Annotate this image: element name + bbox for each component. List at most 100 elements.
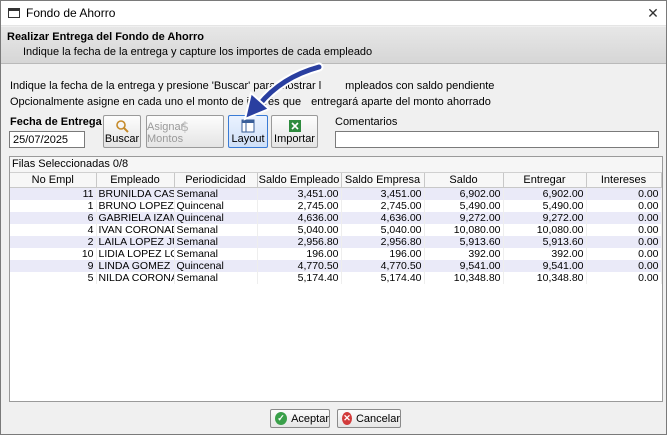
column-header[interactable]: Saldo Empleado — [257, 173, 342, 188]
svg-text:$: $ — [181, 120, 189, 133]
cell-periodicidad: Semanal — [174, 272, 258, 284]
cell-periodicidad: Quincenal — [174, 212, 258, 224]
search-icon — [116, 120, 129, 133]
cell-saldo-empresa: 3,451.00 — [341, 187, 425, 200]
cell-intereses[interactable]: 0.00 — [586, 200, 662, 212]
cell-no-empl: 11 — [10, 187, 97, 200]
dialog-window: Fondo de Ahorro ✕ Realizar Entrega del F… — [0, 0, 667, 435]
cell-saldo-empleado: 5,174.40 — [257, 272, 342, 284]
cell-empleado: LAILA LOPEZ JU... — [96, 236, 175, 248]
cell-entregar[interactable]: 392.00 — [503, 248, 587, 260]
cell-saldo-empresa: 196.00 — [341, 248, 425, 260]
cell-entregar[interactable]: 9,272.00 — [503, 212, 587, 224]
cell-saldo: 10,348.80 — [424, 272, 504, 284]
cell-empleado: BRUNILDA CAST... — [96, 187, 175, 200]
cell-entregar[interactable]: 9,541.00 — [503, 260, 587, 272]
cell-empleado: GABRIELA IZAM... — [96, 212, 175, 224]
column-header[interactable]: Saldo Empresa — [341, 173, 425, 188]
cell-intereses[interactable]: 0.00 — [586, 212, 662, 224]
cell-no-empl: 5 — [10, 272, 97, 284]
cell-saldo-empleado: 2,745.00 — [257, 200, 342, 212]
table-row[interactable]: 1BRUNO LOPEZ L...Quincenal2,745.002,745.… — [10, 200, 662, 212]
column-header[interactable]: Saldo — [424, 173, 504, 188]
app-icon — [8, 8, 20, 18]
table-header-row: No Empl Empleado Periodicidad Saldo Empl… — [10, 173, 662, 188]
table-row[interactable]: 10LIDIA LOPEZ LO...Semanal196.00196.0039… — [10, 248, 662, 260]
window-title: Fondo de Ahorro — [26, 6, 116, 20]
table-row[interactable]: 9 LINDA GOMEZ ... Quincenal 4,770.50 4,770.5… — [10, 260, 662, 272]
table-row[interactable]: 6GABRIELA IZAM...Quincenal4,636.004,636.… — [10, 212, 662, 224]
cell-periodicidad: Semanal — [174, 187, 258, 200]
buscar-button[interactable]: Buscar — [103, 115, 141, 148]
cell-periodicidad: Semanal — [174, 224, 258, 236]
column-header[interactable]: Empleado — [96, 173, 175, 188]
cell-no-empl: 6 — [10, 212, 97, 224]
cancel-label: Cancelar — [355, 412, 400, 425]
check-icon: ✓ — [275, 412, 288, 425]
cell-empleado: LINDA GOMEZ ... — [96, 260, 175, 272]
header-title: Realizar Entrega del Fondo de Ahorro — [7, 31, 205, 43]
cell-periodicidad: Quincenal — [174, 200, 258, 212]
cell-entregar[interactable]: 10,348.80 — [503, 272, 587, 284]
cell-saldo-empleado: 4,636.00 — [257, 212, 342, 224]
cell-entregar[interactable]: 10,080.00 — [503, 224, 587, 236]
layout-label: Layout — [231, 133, 265, 145]
cell-saldo-empresa: 4,636.00 — [341, 212, 425, 224]
cell-no-empl: 1 — [10, 200, 97, 212]
cell-saldo-empleado: 2,956.80 — [257, 236, 342, 248]
cell-entregar[interactable]: 5,490.00 — [503, 200, 587, 212]
cell-empleado: IVAN CORONAD... — [96, 224, 175, 236]
cell-periodicidad: Quincenal — [174, 260, 258, 272]
cell-intereses[interactable]: 0.00 — [586, 260, 662, 272]
cell-saldo-empresa: 5,174.40 — [341, 272, 425, 284]
cell-intereses[interactable]: 0.00 — [586, 272, 662, 284]
cell-empleado: BRUNO LOPEZ L... — [96, 200, 175, 212]
column-header[interactable]: No Empl — [10, 173, 97, 188]
table-row[interactable]: 11BRUNILDA CAST...Semanal3,451.003,451.0… — [10, 187, 662, 200]
cell-saldo-empresa: 4,770.50 — [341, 260, 425, 272]
cell-saldo: 9,272.00 — [424, 212, 504, 224]
cell-saldo: 5,490.00 — [424, 200, 504, 212]
column-header[interactable]: Entregar — [503, 173, 587, 188]
asignar-montos-button[interactable]: $ Asignar Montos — [146, 115, 224, 148]
cell-saldo: 6,902.00 — [424, 187, 504, 200]
cancel-icon: ✕ — [342, 412, 352, 425]
cell-no-empl: 9 — [10, 260, 97, 272]
cell-entregar[interactable]: 5,913.60 — [503, 236, 587, 248]
table-row[interactable]: 5NILDA CORONA...Semanal5,174.405,174.401… — [10, 272, 662, 284]
column-header[interactable]: Intereses — [586, 173, 662, 188]
cancel-button[interactable]: ✕ Cancelar — [337, 409, 401, 428]
comments-field[interactable] — [335, 131, 659, 148]
importar-label: Importar — [274, 133, 315, 145]
date-field[interactable] — [9, 131, 85, 148]
cell-intereses[interactable]: 0.00 — [586, 224, 662, 236]
column-header[interactable]: Periodicidad — [174, 173, 258, 188]
cell-saldo-empleado: 196.00 — [257, 248, 342, 260]
grid-status: Filas Seleccionadas 0/8 — [10, 157, 662, 173]
cell-entregar[interactable]: 6,902.00 — [503, 187, 587, 200]
pointer-arrow-icon — [243, 62, 324, 121]
cell-saldo: 10,080.00 — [424, 224, 504, 236]
employees-table: No Empl Empleado Periodicidad Saldo Empl… — [10, 173, 662, 284]
cell-saldo-empresa: 2,956.80 — [341, 236, 425, 248]
close-icon[interactable]: ✕ — [640, 5, 666, 22]
cell-saldo: 392.00 — [424, 248, 504, 260]
title-bar: Fondo de Ahorro ✕ — [1, 1, 666, 26]
cell-intereses[interactable]: 0.00 — [586, 187, 662, 200]
accept-label: Aceptar — [291, 412, 329, 425]
instruction-2-end: entregará aparte del monto ahorrado — [311, 96, 491, 108]
accept-button[interactable]: ✓ Aceptar — [270, 409, 330, 428]
cell-saldo-empleado: 4,770.50 — [257, 260, 342, 272]
cell-saldo-empresa: 5,040.00 — [341, 224, 425, 236]
cell-intereses[interactable]: 0.00 — [586, 248, 662, 260]
buscar-label: Buscar — [104, 133, 140, 145]
cell-no-empl: 4 — [10, 224, 97, 236]
instruction-1-end: mpleados con saldo pendiente — [345, 80, 495, 92]
cell-saldo-empresa: 2,745.00 — [341, 200, 425, 212]
date-label: Fecha de Entrega — [10, 116, 102, 128]
table-row[interactable]: 2LAILA LOPEZ JU...Semanal2,956.802,956.8… — [10, 236, 662, 248]
header-band: Realizar Entrega del Fondo de Ahorro Ind… — [1, 27, 666, 64]
table-row[interactable]: 4IVAN CORONAD...Semanal5,040.005,040.001… — [10, 224, 662, 236]
cell-intereses[interactable]: 0.00 — [586, 236, 662, 248]
employees-grid: Filas Seleccionadas 0/8 No Empl Empleado… — [9, 156, 663, 402]
